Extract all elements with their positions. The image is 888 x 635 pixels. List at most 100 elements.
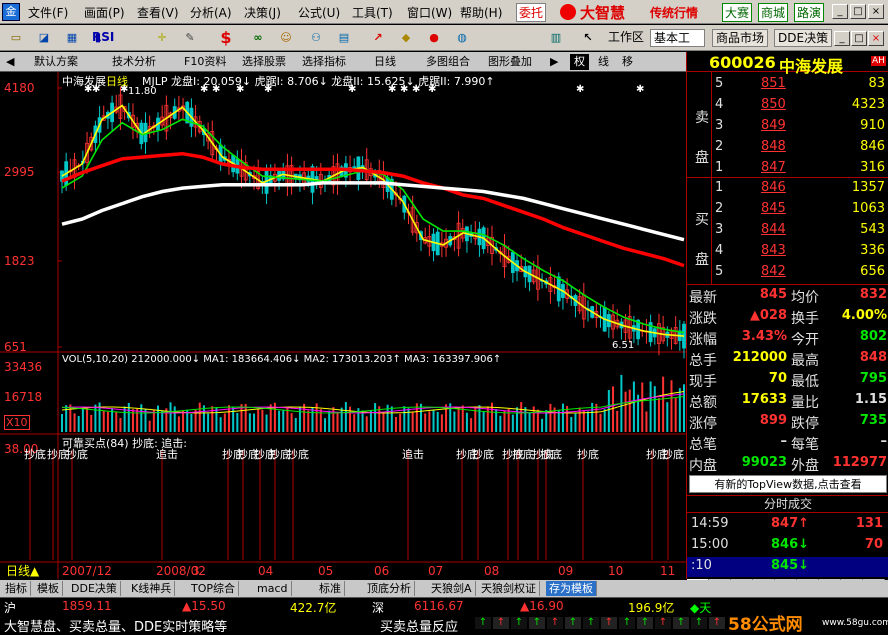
signal-star-icon: ✱ [576, 84, 584, 95]
stamp-icon[interactable]: ● [424, 28, 444, 47]
tab-line[interactable]: 线 [594, 54, 613, 70]
ticker-arrow-icon: ↑ [529, 617, 545, 629]
trade-row[interactable]: 14:59 847↑ 131 [687, 515, 888, 535]
menu-view[interactable]: 查看(V) [137, 4, 179, 21]
tab-rights[interactable]: 权 [570, 54, 589, 70]
ah-badge[interactable]: AH [871, 56, 886, 66]
sell-price: 850 [761, 97, 786, 112]
kline-chart-panel[interactable]: ✱ ✱ ✱ ✱ ✱ ✱ ✱ ✱ ✱ ✱ ✱ ✱ ✱ ✱ 中海发展日线 MJLP 龙盘I: 20.059↓ … [0, 72, 686, 579]
stat-label: 总手 [689, 353, 717, 369]
goods-market-button[interactable]: 商品市场 [712, 29, 769, 47]
quote-panel: 600026 中海发展 AH 卖盘 买盘 5 851 83 4 850 4323 3 849 9… [686, 52, 888, 596]
chart-canvas[interactable]: ✱ ✱ ✱ ✱ ✱ ✱ ✱ ✱ ✱ ✱ ✱ ✱ ✱ ✱ [0, 72, 686, 579]
link-contest[interactable]: 大赛 [722, 3, 753, 22]
menu-tools[interactable]: 工具(T) [352, 4, 393, 21]
vol-label-mid: 16718 [4, 390, 43, 404]
ruler-icon[interactable]: ✎ [180, 28, 200, 47]
tab-multi-chart[interactable]: 多图组合 [422, 54, 474, 70]
tab-technical-analysis[interactable]: 技术分析 [108, 54, 160, 70]
link-mall[interactable]: 商城 [758, 3, 789, 22]
grid-icon[interactable]: ▦ [62, 28, 82, 47]
chart-icon[interactable]: ◪ [34, 28, 54, 47]
stat-row: 涨跌 ▲028 换手 4.00% [687, 307, 888, 327]
menu-window[interactable]: 窗口(W) [407, 4, 452, 21]
buy-row[interactable]: 3 844 543 [687, 222, 888, 242]
minimize-button[interactable]: _ [832, 4, 848, 19]
buy-row[interactable]: 4 843 336 [687, 243, 888, 263]
bottom-tab[interactable]: 顶底分析 [364, 581, 415, 596]
calendar-icon[interactable]: ▤ [334, 28, 354, 47]
sell-row[interactable]: 1 847 316 [687, 160, 888, 180]
trade-row[interactable]: :10 845↓ [687, 557, 888, 577]
vol-scale-label[interactable]: X10 [4, 415, 30, 430]
menu-decision[interactable]: 决策(J) [244, 4, 281, 21]
rsi-icon[interactable]: RSI [92, 28, 114, 47]
buy-price: 843 [761, 243, 786, 258]
sell-row[interactable]: 5 851 83 [687, 76, 888, 96]
tab-select-stock[interactable]: 选择股票 [238, 54, 290, 70]
cross-icon[interactable]: ✛ [152, 28, 172, 47]
tab-overlay[interactable]: 图形叠加 [484, 54, 536, 70]
sell-price: 847 [761, 160, 786, 175]
bottom-tab[interactable]: DDE决策 [68, 581, 121, 596]
bottom-tab[interactable]: 存为模板 [546, 581, 597, 596]
trade-row[interactable]: 15:00 846↓ 70 [687, 536, 888, 556]
tab-move[interactable]: 移 [618, 54, 637, 70]
workarea-select[interactable]: 基本工 [650, 29, 705, 47]
bottom-tab[interactable]: 模板 [34, 581, 63, 596]
buy-level: 3 [715, 222, 724, 237]
inner-close-button[interactable]: × [868, 31, 884, 46]
day-label[interactable]: 日线▲ [6, 562, 39, 579]
menu-file[interactable]: 文件(F) [28, 4, 68, 21]
chart-red-icon[interactable]: ↗ [368, 28, 388, 47]
menu-formula[interactable]: 公式(U) [298, 4, 340, 21]
tab-f10[interactable]: F10资料 [180, 54, 230, 70]
weituo-button[interactable]: 委托 [516, 3, 547, 22]
bottom-tab[interactable]: 天狼剑A [428, 581, 476, 596]
bottom-tab[interactable]: 指标 [2, 581, 31, 596]
close-button[interactable]: × [868, 4, 884, 19]
cursor-icon[interactable]: ↖ [578, 28, 598, 47]
ticker-arrow-icon: ↑ [601, 617, 617, 629]
bottom-tab[interactable]: TOP综合 [188, 581, 240, 596]
tab-scroll-left-icon[interactable]: ◀ [2, 54, 18, 70]
tab-default-scheme[interactable]: 默认方案 [30, 54, 82, 70]
open-icon[interactable]: ▭ [6, 28, 26, 47]
buy-row[interactable]: 2 845 1063 [687, 201, 888, 221]
stat-value: – [780, 434, 788, 449]
buy-row[interactable]: 5 842 656 [687, 264, 888, 284]
menu-screen[interactable]: 画面(P) [84, 4, 125, 21]
buy-row[interactable]: 1 846 1357 [687, 180, 888, 200]
chart-stock-label: 中海发展 [62, 75, 106, 88]
buy-volume: 1357 [851, 180, 885, 195]
dde-decision-button[interactable]: DDE决策 [774, 29, 833, 47]
tab-scroll-right-icon[interactable]: ▶ [546, 54, 562, 70]
sell-row[interactable]: 3 849 910 [687, 118, 888, 138]
tab-select-indicator[interactable]: 选择指标 [298, 54, 350, 70]
maximize-button[interactable]: □ [850, 4, 866, 19]
link-roadshow[interactable]: 路演 [794, 3, 825, 22]
tab-daily[interactable]: 日线 [370, 54, 400, 70]
stat-value: 4.00% [841, 308, 887, 323]
bottom-tab[interactable]: macd [254, 581, 292, 596]
menu-help[interactable]: 帮助(H) [460, 4, 502, 21]
binoculars-icon[interactable]: ⚇ [306, 28, 326, 47]
diamond-icon[interactable]: ◆ [396, 28, 416, 47]
inner-maximize-button[interactable]: □ [851, 31, 867, 46]
stat-label: 今开 [791, 332, 819, 348]
glasses-icon[interactable]: ∞ [248, 28, 268, 47]
bottom-tab[interactable]: 标准 [316, 581, 345, 596]
sell-volume: 910 [860, 118, 885, 133]
bottom-tab[interactable]: 天狼剑权证 [478, 581, 540, 596]
sell-level: 3 [715, 118, 724, 133]
topview-button[interactable]: 有新的TopView数据,点击查看 [689, 475, 887, 493]
export-icon[interactable]: ▥ [546, 28, 566, 47]
menu-analysis[interactable]: 分析(A) [190, 4, 232, 21]
dollar-icon[interactable]: $ [216, 28, 236, 47]
bottom-tab[interactable]: K线神兵 [128, 581, 176, 596]
sell-row[interactable]: 4 850 4323 [687, 97, 888, 117]
people-icon[interactable]: ☺ [276, 28, 296, 47]
inner-minimize-button[interactable]: _ [834, 31, 850, 46]
sell-row[interactable]: 2 848 846 [687, 139, 888, 159]
globe-icon[interactable]: ◍ [452, 28, 472, 47]
